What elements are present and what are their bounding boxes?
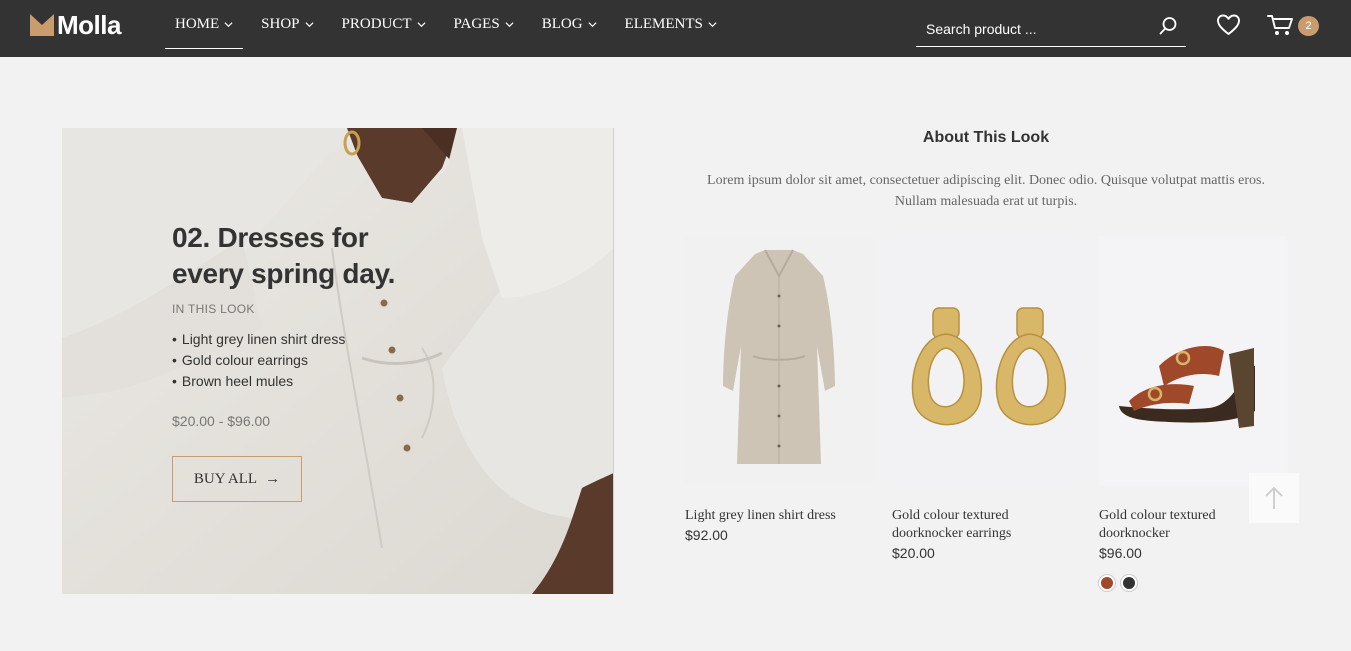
banner-title: 02. Dresses for every spring day. (172, 222, 396, 289)
nav-label: HOME (175, 15, 220, 32)
brown-heel-mule-image (1099, 236, 1287, 486)
color-swatches (1099, 575, 1287, 591)
section-title: About This Look (922, 129, 1050, 146)
product-card[interactable]: Gold colour textured doorknocker $96.00 (1099, 236, 1287, 591)
color-swatch-black[interactable] (1121, 575, 1137, 591)
product-image[interactable] (1099, 236, 1287, 486)
chevron-down-icon (588, 22, 597, 28)
nav-label: BLOG (541, 16, 583, 32)
cart-count-badge: 2 (1298, 16, 1319, 36)
nav-item-elements[interactable]: ELEMENTS (625, 0, 717, 49)
arrow-up-icon (1265, 486, 1283, 509)
nav-label: PRODUCT (341, 16, 412, 32)
chevron-down-icon (305, 22, 314, 28)
logo[interactable]: Molla (30, 12, 121, 38)
look-item-list: Light grey linen shirt dress Gold colour… (172, 329, 345, 392)
section-description: Lorem ipsum dolor sit amet, consectetuer… (707, 173, 1265, 209)
site-header: Molla HOME SHOP PRODUCT PAGES BLOG ELEME… (0, 0, 1351, 57)
product-price: $96.00 (1099, 545, 1142, 561)
logo-text: Molla (57, 10, 121, 40)
search-icon[interactable] (1158, 16, 1178, 36)
product-image[interactable] (892, 236, 1080, 486)
logo-icon (30, 14, 54, 36)
arrow-right-icon: → (265, 470, 281, 487)
main-nav: HOME SHOP PRODUCT PAGES BLOG ELEMENTS (165, 0, 745, 57)
product-image[interactable] (685, 236, 873, 486)
gold-earrings-image (892, 236, 1080, 486)
lookbook-banner: 02. Dresses for every spring day. IN THI… (62, 128, 614, 594)
list-item: Brown heel mules (172, 371, 345, 392)
banner-kicker: IN THIS LOOK (172, 302, 255, 316)
color-swatch-brown[interactable] (1099, 575, 1115, 591)
chevron-down-icon (417, 22, 426, 28)
nav-item-shop[interactable]: SHOP (261, 0, 314, 49)
nav-label: SHOP (261, 16, 300, 32)
price-range: $20.00 - $96.00 (172, 413, 271, 429)
button-label: BUY ALL (193, 470, 258, 487)
search-input[interactable] (916, 16, 1146, 42)
list-item: Light grey linen shirt dress (172, 329, 345, 350)
nav-label: ELEMENTS (624, 16, 703, 32)
shirt-dress-image (685, 236, 873, 486)
nav-item-product[interactable]: PRODUCT (342, 0, 426, 49)
nav-item-pages[interactable]: PAGES (454, 0, 514, 49)
product-card[interactable]: Gold colour textured doorknocker earring… (892, 236, 1080, 561)
scroll-to-top-button[interactable] (1249, 473, 1299, 523)
nav-label: PAGES (453, 16, 500, 32)
product-price: $92.00 (685, 527, 728, 543)
product-card[interactable]: Light grey linen shirt dress $92.00 (685, 236, 873, 543)
buy-all-button[interactable]: BUY ALL → (172, 456, 302, 502)
list-item: Gold colour earrings (172, 350, 345, 371)
chevron-down-icon (708, 22, 717, 28)
wishlist-heart-icon[interactable] (1216, 13, 1241, 37)
nav-item-blog[interactable]: BLOG (542, 0, 597, 49)
product-price: $20.00 (892, 545, 935, 561)
chevron-down-icon (224, 21, 233, 27)
product-name[interactable]: Gold colour textured doorknocker earring… (892, 507, 1080, 543)
chevron-down-icon (505, 22, 514, 28)
nav-item-home[interactable]: HOME (165, 0, 244, 49)
cart-icon[interactable] (1267, 13, 1294, 37)
search-bar (916, 12, 1186, 47)
product-name[interactable]: Light grey linen shirt dress (685, 507, 873, 525)
